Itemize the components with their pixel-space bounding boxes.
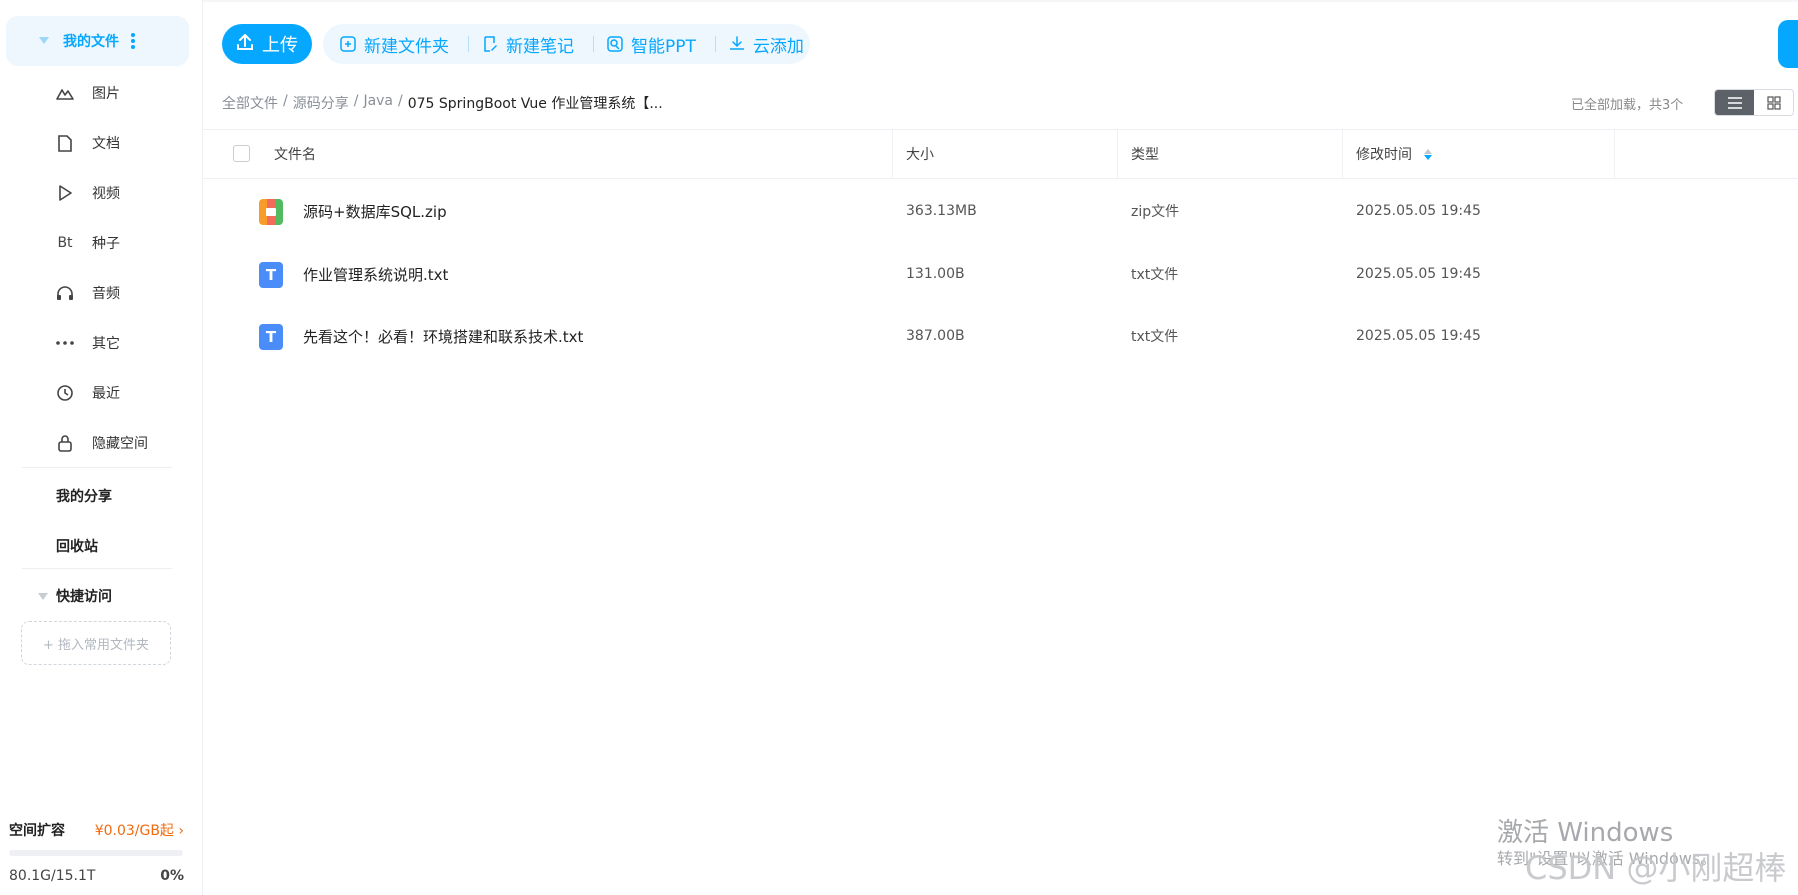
headphones-icon bbox=[55, 283, 75, 303]
load-status: 已全部加载，共3个 bbox=[1571, 98, 1684, 113]
new-note-label: 新建笔记 bbox=[506, 36, 574, 57]
chevron-right-icon: › bbox=[178, 823, 184, 839]
sidebar-item-label: 隐藏空间 bbox=[92, 436, 148, 452]
table-row[interactable]: 源码+数据库SQL.zip 363.13MB zip文件 2025.05.05 … bbox=[203, 180, 1798, 242]
sidebar-divider bbox=[22, 568, 172, 569]
sidebar-my-files[interactable]: 我的文件 bbox=[6, 16, 189, 66]
csdn-watermark: CSDN @小刚超棒 bbox=[1525, 849, 1787, 887]
quick-access-label: 快捷访问 bbox=[56, 589, 112, 605]
storage-usage-bar bbox=[9, 850, 183, 856]
ppt-icon bbox=[606, 35, 624, 53]
more-icon bbox=[55, 333, 75, 353]
lock-icon bbox=[55, 433, 75, 453]
storage-usage-text: 80.1G/15.1T bbox=[9, 868, 96, 884]
storage-expand-price-link[interactable]: ¥0.03/GB起 › bbox=[95, 820, 184, 840]
top-border bbox=[203, 0, 1798, 2]
new-folder-button[interactable]: 新建文件夹 bbox=[339, 32, 481, 57]
storage-usage-percent: 0% bbox=[160, 868, 184, 884]
torrent-icon: Bt bbox=[57, 235, 73, 251]
file-size: 363.13MB bbox=[906, 203, 977, 219]
breadcrumb-item[interactable]: 源码分享 bbox=[293, 93, 349, 113]
header-modified[interactable]: 修改时间 bbox=[1343, 130, 1615, 178]
sidebar-item-label: 其它 bbox=[92, 336, 120, 352]
image-icon bbox=[55, 83, 75, 103]
sidebar-item-label: 视频 bbox=[92, 186, 120, 202]
file-modified: 2025.05.05 19:45 bbox=[1356, 328, 1481, 344]
sidebar-item-my-share[interactable]: 我的分享 bbox=[56, 486, 112, 506]
file-size: 131.00B bbox=[906, 266, 965, 282]
file-type: zip文件 bbox=[1131, 204, 1180, 220]
new-folder-label: 新建文件夹 bbox=[364, 36, 449, 57]
file-type: txt文件 bbox=[1131, 329, 1179, 345]
document-icon bbox=[55, 133, 75, 153]
history-icon bbox=[55, 383, 75, 403]
sort-icon bbox=[1424, 148, 1432, 160]
sidebar-item-recent[interactable]: 最近 bbox=[0, 373, 200, 413]
file-name[interactable]: 先看这个！必看！环境搭建和联系技术.txt bbox=[303, 305, 583, 367]
file-table-header: 文件名 大小 类型 修改时间 bbox=[203, 129, 1798, 179]
table-row[interactable]: T 先看这个！必看！环境搭建和联系技术.txt 387.00B txt文件 20… bbox=[203, 305, 1798, 367]
sidebar-item-label: 图片 bbox=[92, 86, 120, 102]
sidebar-item-other[interactable]: 其它 bbox=[0, 323, 200, 363]
side-tool-button[interactable] bbox=[1778, 20, 1798, 68]
file-modified: 2025.05.05 19:45 bbox=[1356, 266, 1481, 282]
file-name[interactable]: 源码+数据库SQL.zip bbox=[303, 180, 447, 242]
header-type[interactable]: 类型 bbox=[1118, 130, 1343, 178]
file-type: txt文件 bbox=[1131, 267, 1179, 283]
grid-icon bbox=[1766, 95, 1781, 110]
grid-view-button[interactable] bbox=[1754, 90, 1793, 115]
drop-folder-zone[interactable]: + 拖入常用文件夹 bbox=[21, 621, 171, 665]
sidebar-divider bbox=[22, 467, 172, 468]
cloud-add-button[interactable]: 云添加 bbox=[728, 32, 804, 57]
sidebar-item-recycle-bin[interactable]: 回收站 bbox=[56, 536, 98, 556]
zip-file-icon bbox=[259, 199, 283, 225]
breadcrumb: 全部文件 / 源码分享 / Java/ 075 SpringBoot Vue 作业管… bbox=[222, 93, 663, 113]
list-view-button[interactable] bbox=[1715, 90, 1754, 115]
new-note-button[interactable]: 新建笔记 bbox=[481, 32, 606, 57]
sidebar-item-videos[interactable]: 视频 bbox=[0, 173, 200, 213]
table-row[interactable]: T 作业管理系统说明.txt 131.00B txt文件 2025.05.05 … bbox=[203, 243, 1798, 305]
storage-expand-title: 空间扩容 bbox=[9, 823, 65, 839]
header-name[interactable]: 文件名 bbox=[203, 130, 893, 178]
sidebar: 我的文件 图片 文档 视频 Bt 种子 音频 其它 最近 隐藏空间 我的分享 回… bbox=[0, 0, 203, 895]
header-size[interactable]: 大小 bbox=[893, 130, 1118, 178]
sidebar-item-label: 最近 bbox=[92, 386, 120, 402]
upload-icon bbox=[236, 33, 254, 56]
video-icon bbox=[55, 183, 75, 203]
more-vertical-icon[interactable] bbox=[131, 33, 135, 49]
storage-expand: 空间扩容 ¥0.03/GB起 › 80.1G/15.1T 0% bbox=[9, 820, 184, 884]
txt-file-icon: T bbox=[259, 262, 283, 288]
upload-button[interactable]: 上传 bbox=[222, 24, 312, 64]
app-window: 我的文件 图片 文档 视频 Bt 种子 音频 其它 最近 隐藏空间 我的分享 回… bbox=[0, 0, 1798, 895]
sidebar-item-label: 音频 bbox=[92, 286, 120, 302]
file-name[interactable]: 作业管理系统说明.txt bbox=[303, 243, 448, 305]
breadcrumb-current: 075 SpringBoot Vue 作业管理系统【... bbox=[407, 96, 663, 112]
note-icon bbox=[481, 35, 499, 53]
file-modified: 2025.05.05 19:45 bbox=[1356, 203, 1481, 219]
sidebar-item-images[interactable]: 图片 bbox=[0, 73, 200, 113]
cloud-add-label: 云添加 bbox=[752, 36, 804, 57]
smart-ppt-button[interactable]: 智能PPT bbox=[606, 32, 728, 57]
sidebar-item-label: 文档 bbox=[92, 136, 120, 152]
collapse-triangle-icon bbox=[38, 592, 48, 600]
list-icon bbox=[1727, 96, 1742, 109]
quick-access-header[interactable]: 快捷访问 bbox=[38, 586, 112, 606]
toolbar: 新建文件夹 新建笔记 智能PPT 云添加 bbox=[323, 24, 810, 64]
new-folder-icon bbox=[339, 35, 357, 53]
sidebar-my-files-label: 我的文件 bbox=[63, 34, 119, 50]
file-size: 387.00B bbox=[906, 328, 965, 344]
breadcrumb-item[interactable]: Java bbox=[363, 93, 393, 113]
collapse-triangle-icon bbox=[39, 37, 49, 44]
sidebar-item-label: 种子 bbox=[92, 236, 120, 252]
sidebar-item-documents[interactable]: 文档 bbox=[0, 123, 200, 163]
txt-file-icon: T bbox=[259, 324, 283, 350]
smart-ppt-label: 智能PPT bbox=[631, 36, 696, 57]
download-icon bbox=[728, 35, 746, 53]
sidebar-item-audio[interactable]: 音频 bbox=[0, 273, 200, 313]
sidebar-item-torrents[interactable]: Bt 种子 bbox=[0, 223, 200, 263]
breadcrumb-item[interactable]: 全部文件 bbox=[222, 93, 278, 113]
upload-label: 上传 bbox=[262, 35, 298, 56]
view-toggle bbox=[1714, 89, 1794, 116]
sidebar-item-hidden-space[interactable]: 隐藏空间 bbox=[0, 423, 200, 463]
